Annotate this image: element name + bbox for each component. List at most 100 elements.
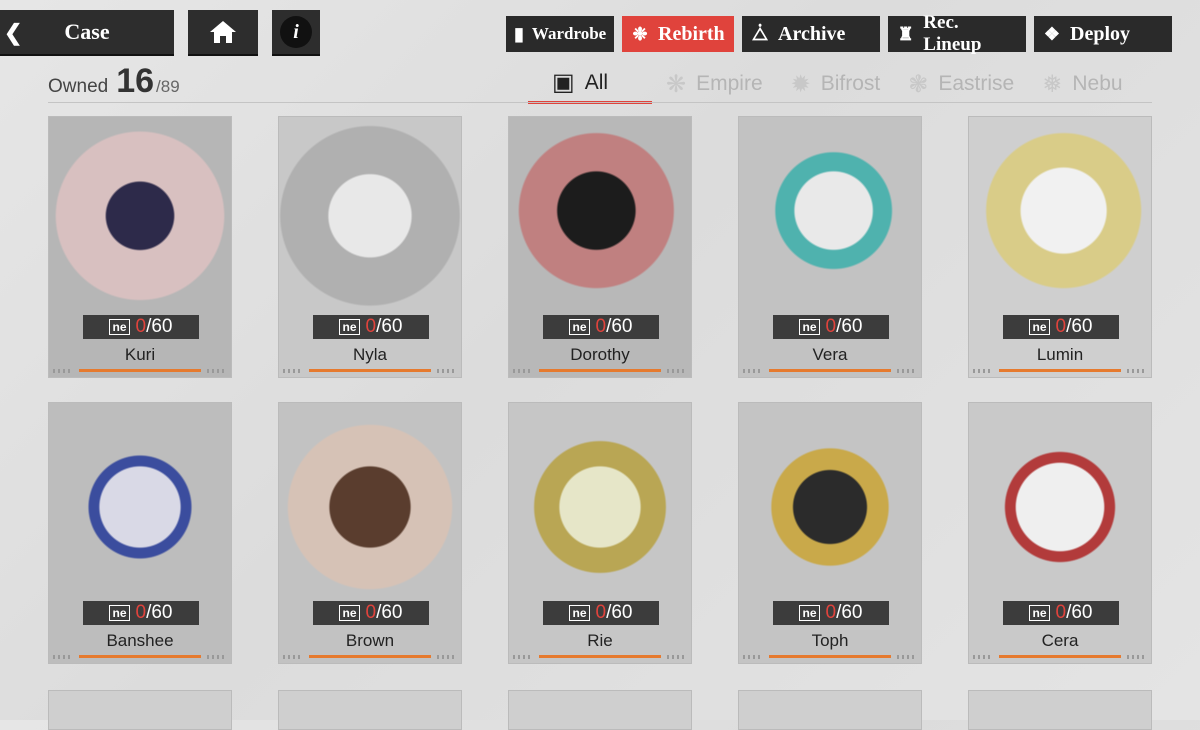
tab-all[interactable]: ▣ All xyxy=(528,64,652,104)
shard-counter: ne 0/60 xyxy=(313,601,429,625)
shard-current: 0 xyxy=(595,316,607,337)
owned-total: /89 xyxy=(156,77,180,96)
shard-max: /60 xyxy=(836,602,863,623)
faction-filter-tabs: ▣ All ❋ Empire ✹ Bifrost ❃ Eastrise ❅ Ne… xyxy=(528,64,1137,104)
character-name: Rie xyxy=(587,631,613,650)
rebirth-label: Rebirth xyxy=(658,22,725,45)
character-name: Brown xyxy=(345,631,395,650)
shard-current: 0 xyxy=(365,316,377,337)
archive-button[interactable]: ⧊ Archive xyxy=(742,16,880,52)
toolbar: ▮ Wardrobe ❉ Rebirth ⧊ Archive ♜ Rec. Li… xyxy=(506,12,1172,55)
character-card[interactable]: ne 0/60 Brown xyxy=(278,402,462,664)
shard-icon: ne xyxy=(1029,605,1050,621)
info-icon: i xyxy=(280,16,312,48)
lineup-icon: ♜ xyxy=(897,23,914,44)
character-card-partial[interactable] xyxy=(508,690,692,730)
case-back-button[interactable]: ❮ Case xyxy=(0,10,174,56)
shard-max: /60 xyxy=(376,316,403,337)
character-card-partial[interactable] xyxy=(968,690,1152,730)
rebirth-button[interactable]: ❉ Rebirth xyxy=(622,16,734,52)
rec-lineup-button[interactable]: ♜ Rec. Lineup xyxy=(888,12,1026,55)
shard-current: 0 xyxy=(825,316,837,337)
character-grid: ne 0/60 Kuri ne 0/60 Nyla ne 0/60 Doroth… xyxy=(48,116,1154,664)
tab-empire[interactable]: ❋ Empire xyxy=(652,64,777,104)
character-card[interactable]: ne 0/60 Dorothy xyxy=(508,116,692,378)
tab-nebu-label: Nebu xyxy=(1072,72,1123,95)
deploy-label: Deploy xyxy=(1070,22,1130,45)
bifrost-icon: ✹ xyxy=(790,70,811,98)
shard-icon: ne xyxy=(109,605,130,621)
shard-current: 0 xyxy=(1055,316,1067,337)
shard-counter: ne 0/60 xyxy=(543,315,659,339)
progress-bar xyxy=(769,369,891,372)
nebu-icon: ❅ xyxy=(1042,70,1063,98)
card-decoration xyxy=(283,369,303,373)
shard-max: /60 xyxy=(146,316,173,337)
shard-icon: ne xyxy=(569,319,590,335)
card-decoration xyxy=(207,655,227,659)
character-card[interactable]: ne 0/60 Nyla xyxy=(278,116,462,378)
character-card[interactable]: ne 0/60 Kuri xyxy=(48,116,232,378)
card-decoration xyxy=(1127,655,1147,659)
character-card-partial[interactable] xyxy=(48,690,232,730)
character-name: Vera xyxy=(812,345,848,364)
card-decoration xyxy=(897,369,917,373)
card-decoration xyxy=(667,369,687,373)
rebirth-icon: ❉ xyxy=(632,23,648,44)
shard-counter: ne 0/60 xyxy=(83,315,199,339)
progress-bar xyxy=(999,655,1121,658)
shard-icon: ne xyxy=(339,319,360,335)
character-card[interactable]: ne 0/60 Rie xyxy=(508,402,692,664)
tab-nebu[interactable]: ❅ Nebu xyxy=(1028,64,1136,104)
character-card[interactable]: ne 0/60 Cera xyxy=(968,402,1152,664)
character-name: Toph xyxy=(811,631,849,650)
character-card-partial[interactable] xyxy=(738,690,922,730)
deploy-icon: ❖ xyxy=(1043,23,1061,44)
wardrobe-icon: ▮ xyxy=(514,23,524,44)
tab-all-label: All xyxy=(584,70,609,94)
tab-eastrise[interactable]: ❃ Eastrise xyxy=(894,64,1028,104)
character-card[interactable]: ne 0/60 Banshee xyxy=(48,402,232,664)
archive-icon: ⧊ xyxy=(751,23,769,44)
shard-counter: ne 0/60 xyxy=(773,315,889,339)
owned-counter: Owned 16 /89 xyxy=(48,62,180,101)
card-decoration xyxy=(667,655,687,659)
card-decoration xyxy=(743,655,763,659)
shard-counter: ne 0/60 xyxy=(1003,315,1119,339)
shard-max: /60 xyxy=(1066,602,1093,623)
shard-counter: ne 0/60 xyxy=(313,315,429,339)
tab-bifrost-label: Bifrost xyxy=(820,72,881,95)
progress-bar xyxy=(309,655,431,658)
info-button[interactable]: i xyxy=(272,10,320,56)
progress-bar xyxy=(539,655,661,658)
rec-lineup-label: Rec. Lineup xyxy=(923,12,982,55)
card-decoration xyxy=(283,655,303,659)
card-decoration xyxy=(973,655,993,659)
tab-empire-label: Empire xyxy=(696,72,763,95)
shard-counter: ne 0/60 xyxy=(83,601,199,625)
card-decoration xyxy=(1127,369,1147,373)
deploy-button[interactable]: ❖ Deploy xyxy=(1034,16,1172,52)
card-decoration xyxy=(53,369,73,373)
card-decoration xyxy=(513,369,533,373)
character-name: Kuri xyxy=(124,345,156,364)
character-card[interactable]: ne 0/60 Lumin xyxy=(968,116,1152,378)
shard-max: /60 xyxy=(376,602,403,623)
top-nav: ❮ Case i xyxy=(0,10,320,56)
character-card[interactable]: ne 0/60 Toph xyxy=(738,402,922,664)
progress-bar xyxy=(79,655,201,658)
wardrobe-button[interactable]: ▮ Wardrobe xyxy=(506,16,614,52)
progress-bar xyxy=(999,369,1121,372)
progress-bar xyxy=(539,369,661,372)
home-button[interactable] xyxy=(188,10,258,56)
character-card-partial[interactable] xyxy=(278,690,462,730)
character-card[interactable]: ne 0/60 Vera xyxy=(738,116,922,378)
tab-eastrise-label: Eastrise xyxy=(938,72,1015,95)
card-decoration xyxy=(743,369,763,373)
shard-max: /60 xyxy=(836,316,863,337)
shard-icon: ne xyxy=(569,605,590,621)
case-label: Case xyxy=(64,19,110,44)
archive-label: Archive xyxy=(778,22,846,45)
tab-bifrost[interactable]: ✹ Bifrost xyxy=(777,64,895,104)
shard-icon: ne xyxy=(1029,319,1050,335)
